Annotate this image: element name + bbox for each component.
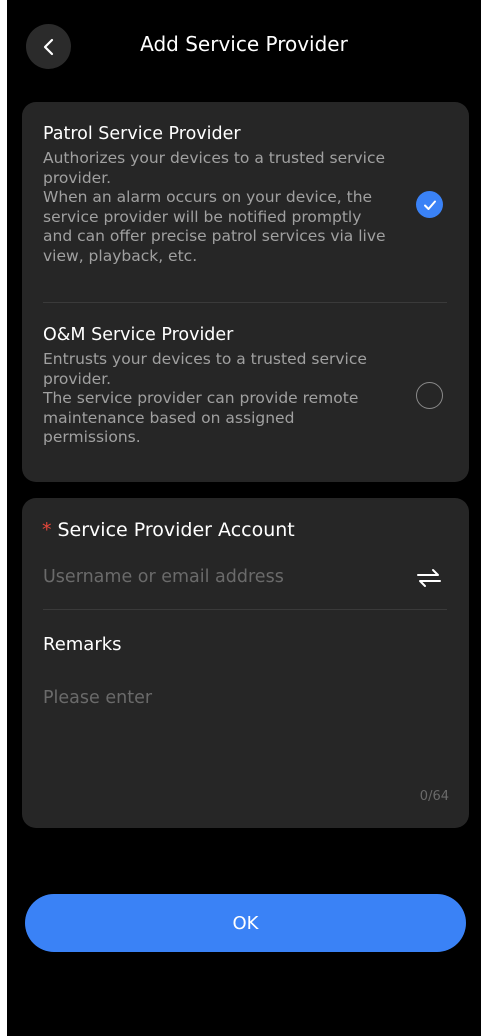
radio-unchecked[interactable]: [416, 382, 443, 409]
remarks-input[interactable]: [43, 688, 447, 778]
character-counter: 0/64: [419, 789, 449, 804]
check-icon: [423, 200, 436, 210]
swap-arrows-icon[interactable]: [415, 567, 443, 589]
option-description: Authorizes your devices to a trusted ser…: [43, 149, 393, 267]
option-description: Entrusts your devices to a trusted servi…: [43, 350, 393, 448]
option-title: O&M Service Provider: [43, 325, 234, 345]
om-provider-option[interactable]: O&M Service Provider Entrusts your devic…: [22, 303, 469, 482]
account-form-card: *Service Provider Account Remarks 0/64: [22, 498, 469, 828]
required-mark: *: [42, 519, 52, 541]
account-label-text: Service Provider Account: [57, 519, 295, 541]
screen: Add Service Provider Patrol Service Prov…: [7, 0, 481, 1036]
header: Add Service Provider: [7, 0, 481, 90]
ok-button[interactable]: OK: [25, 894, 466, 952]
account-label: * Service Provider Account: [42, 517, 295, 543]
remarks-label: Remarks: [43, 634, 122, 655]
divider: [43, 609, 447, 610]
option-title: Patrol Service Provider: [43, 124, 241, 144]
provider-type-card: Patrol Service Provider Authorizes your …: [22, 102, 469, 482]
page-title: Add Service Provider: [140, 32, 348, 56]
option-description-text: Authorizes your devices to a trusted ser…: [43, 149, 386, 265]
patrol-provider-option[interactable]: Patrol Service Provider Authorizes your …: [22, 102, 469, 302]
account-input[interactable]: [43, 562, 403, 592]
option-description-text: Entrusts your devices to a trusted servi…: [43, 350, 367, 447]
radio-checked[interactable]: [416, 191, 443, 218]
